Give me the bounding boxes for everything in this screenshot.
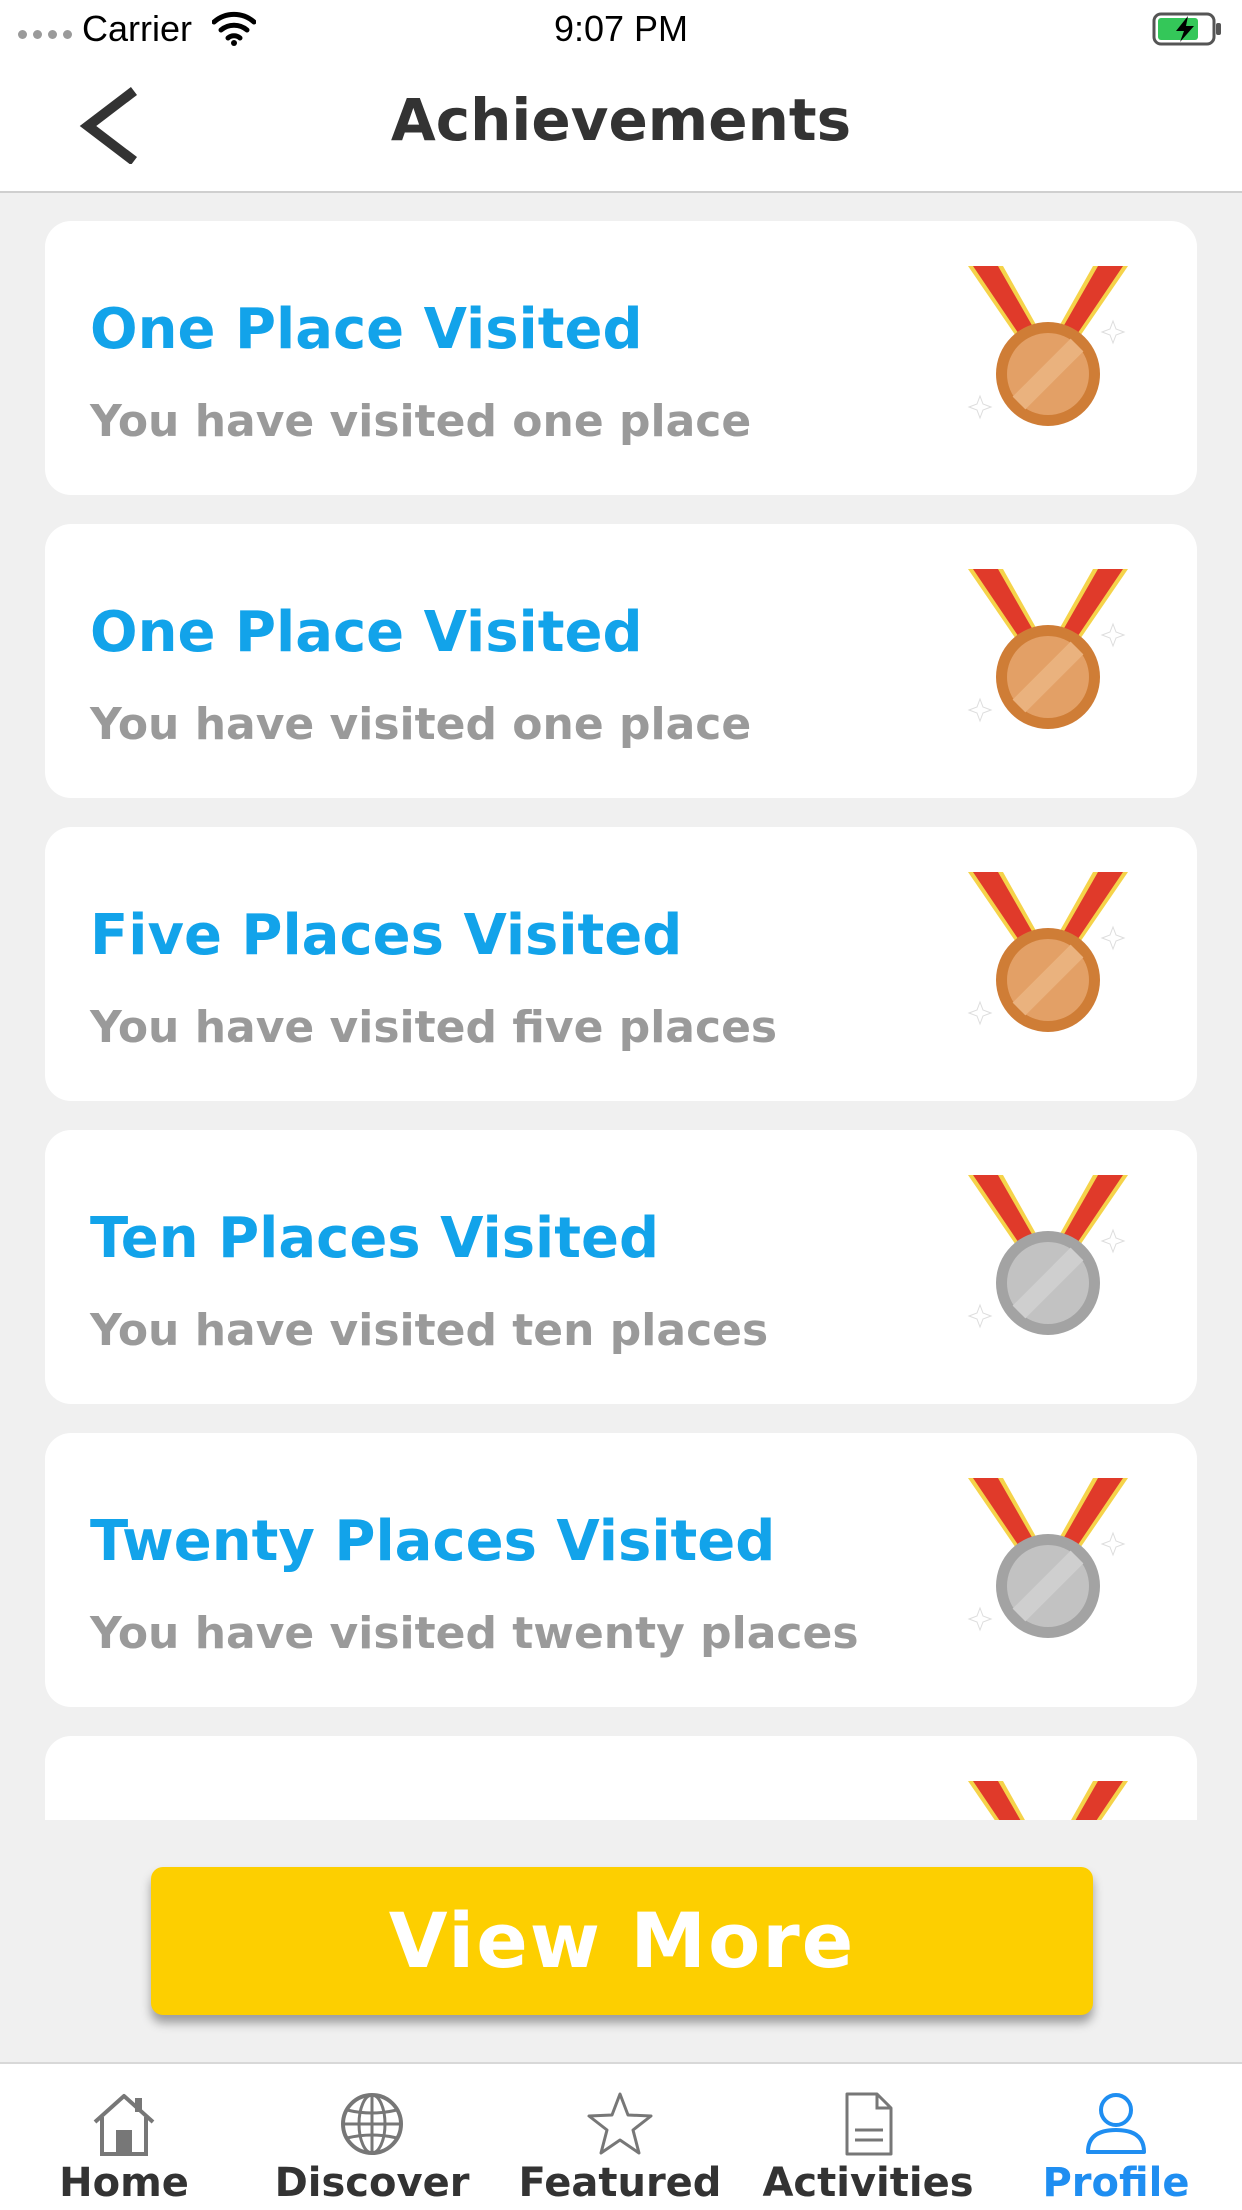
achievements-list[interactable]: One Place Visited You have visited one p… — [0, 193, 1242, 1820]
achievement-title: One Place Visited — [90, 600, 643, 665]
view-more-button[interactable]: View More — [151, 1867, 1093, 2015]
achievement-subtitle: You have visited ten places — [90, 1305, 769, 1356]
page-title: Achievements — [390, 86, 852, 154]
achievement-title: Ten Places Visited — [90, 1206, 660, 1271]
achievement-title: Five Places Visited — [90, 903, 683, 968]
tab-bar: Home Discover Featured Activities Profil… — [0, 2062, 1242, 2210]
navigation-bar: Achievements — [0, 58, 1242, 193]
achievement-subtitle: You have visited twenty places — [90, 1608, 859, 1659]
battery-charging-icon — [1152, 12, 1221, 46]
status-bar: Carrier 9:07 PM — [0, 0, 1242, 58]
achievement-card[interactable]: One Place Visited You have visited one p… — [45, 221, 1197, 495]
achievement-card[interactable]: Ten Places Visited You have visited ten … — [45, 1130, 1197, 1404]
silver-medal-icon — [967, 1478, 1128, 1638]
home-icon — [93, 2094, 155, 2156]
tab-discover[interactable]: Discover — [248, 2064, 496, 2210]
achievement-subtitle: You have visited five places — [90, 1002, 778, 1053]
tab-label: Home — [59, 2160, 189, 2206]
tab-label: Activities — [762, 2160, 974, 2206]
document-icon — [845, 2092, 893, 2156]
achievement-title: One Place Visited — [90, 297, 643, 362]
achievement-subtitle: You have visited one place — [90, 396, 752, 447]
person-icon — [1086, 2093, 1146, 2154]
globe-icon — [341, 2093, 403, 2155]
star-icon — [587, 2092, 653, 2155]
silver-medal-icon — [967, 1175, 1128, 1335]
tab-featured[interactable]: Featured — [496, 2064, 744, 2210]
status-time: 9:07 PM — [553, 8, 689, 49]
bronze-medal-icon — [967, 569, 1128, 729]
achievement-subtitle: You have visited one place — [90, 699, 752, 750]
bronze-medal-icon — [967, 872, 1128, 1032]
tab-profile[interactable]: Profile — [992, 2064, 1240, 2210]
achievement-card[interactable]: Twenty Places Visited You have visited t… — [45, 1433, 1197, 1707]
bronze-medal-icon — [967, 266, 1128, 426]
tab-label: Profile — [1042, 2160, 1190, 2206]
tab-activities[interactable]: Activities — [744, 2064, 992, 2210]
achievement-title: Twenty Places Visited — [90, 1509, 776, 1574]
achievement-card[interactable] — [45, 1736, 1197, 1820]
tab-label: Discover — [274, 2160, 470, 2206]
achievement-card[interactable]: One Place Visited You have visited one p… — [45, 524, 1197, 798]
medal-icon — [968, 1781, 1128, 1820]
achievement-card[interactable]: Five Places Visited You have visited fiv… — [45, 827, 1197, 1101]
tab-label: Featured — [518, 2160, 722, 2206]
tab-home[interactable]: Home — [0, 2064, 248, 2210]
